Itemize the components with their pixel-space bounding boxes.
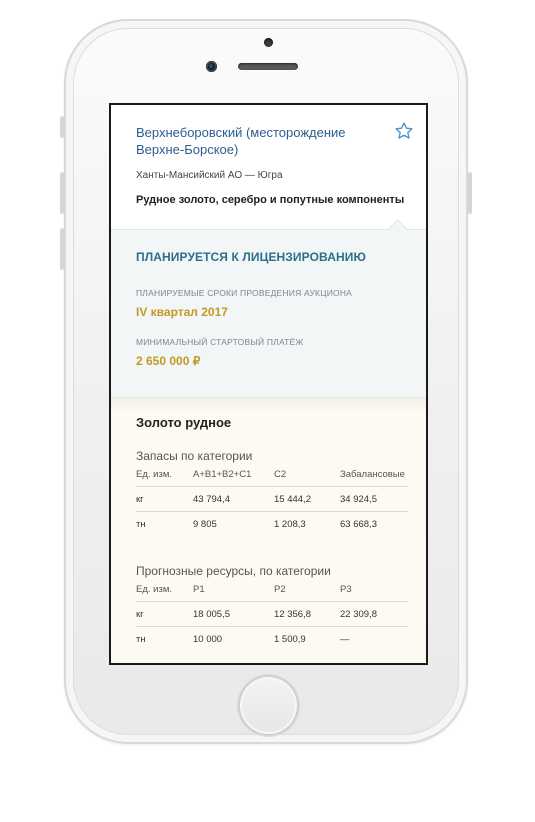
table-cell: 63 668,3 [340,511,408,536]
table-cell: 34 924,5 [340,486,408,512]
table-cell: 15 444,2 [274,486,340,512]
auction-date-value: IV квартал 2017 [136,305,228,319]
column-header: Ед. изм. [136,468,172,480]
resource-section: Золото рудное Запасы по категории Ед. из… [111,397,426,663]
min-payment-value: 2 650 000 ₽ [136,354,201,368]
object-header: Верхнеборовский (месторождение Верхне-Бо… [111,105,426,238]
min-payment-label: МИНИМАЛЬНЫЙ СТАРТОВЫЙ ПЛАТЁЖ [136,337,304,347]
table-cell: 22 309,8 [340,601,408,627]
table-cell: 18 005,5 [193,601,274,627]
table-cell: тн [136,511,193,536]
column-header: P1 [193,583,205,595]
star-outline-icon[interactable] [394,121,414,141]
table-cell: 1 500,9 [274,626,340,651]
front-camera [206,61,217,72]
phone-screen: Верхнеборовский (месторождение Верхне-Бо… [109,103,428,665]
table-row: кг 18 005,5 12 356,8 22 309,8 [136,601,408,627]
column-header: A+B1+B2+C1 [193,468,252,480]
column-header: P2 [274,583,286,595]
licensing-status-panel: ПЛАНИРУЕТСЯ К ЛИЦЕНЗИРОВАНИЮ ПЛАНИРУЕМЫЕ… [111,230,426,397]
table-row: кг 43 794,4 15 444,2 34 924,5 [136,486,408,512]
proximity-sensor [264,38,273,47]
resource-title: Золото рудное [136,415,232,430]
home-button[interactable] [238,675,299,736]
volume-down-button [60,228,64,270]
power-button [468,172,472,214]
column-header: Забалансовые [340,468,405,480]
mute-switch [60,116,64,138]
column-header: P3 [340,583,352,595]
volume-up-button [60,172,64,214]
object-title-link[interactable]: Верхнеборовский (месторождение Верхне-Бо… [136,124,356,158]
table-cell: 9 805 [193,511,274,536]
earpiece-speaker [238,63,298,70]
table-header-row: Ед. изм. A+B1+B2+C1 C2 Забалансовые [136,462,408,487]
minerals-label: Рудное золото, серебро и попутные компон… [136,194,405,206]
table-cell: — [340,626,408,651]
table-row: тн 9 805 1 208,3 63 668,3 [136,511,408,536]
reserves-table: Ед. изм. A+B1+B2+C1 C2 Забалансовые кг 4… [136,462,408,536]
table-cell: 12 356,8 [274,601,340,627]
table-cell: тн [136,626,193,651]
table-cell: 1 208,3 [274,511,340,536]
table-cell: кг [136,486,193,512]
table-cell: 10 000 [193,626,274,651]
auction-date-label: ПЛАНИРУЕМЫЕ СРОКИ ПРОВЕДЕНИЯ АУКЦИОНА [136,288,353,298]
reserves-title: Запасы по категории [136,449,253,463]
forecast-table: Ед. изм. P1 P2 P3 кг 18 005,5 12 356,8 2… [136,577,408,651]
column-header: C2 [274,468,287,480]
table-header-row: Ед. изм. P1 P2 P3 [136,577,408,602]
table-cell: кг [136,601,193,627]
table-cell: 43 794,4 [193,486,274,512]
status-title: ПЛАНИРУЕТСЯ К ЛИЦЕНЗИРОВАНИЮ [136,250,366,264]
region-label: Ханты-Мансийский АО — Югра [136,170,283,181]
table-row: тн 10 000 1 500,9 — [136,626,408,651]
column-header: Ед. изм. [136,583,172,595]
forecast-title: Прогнозные ресурсы, по категории [136,564,331,578]
